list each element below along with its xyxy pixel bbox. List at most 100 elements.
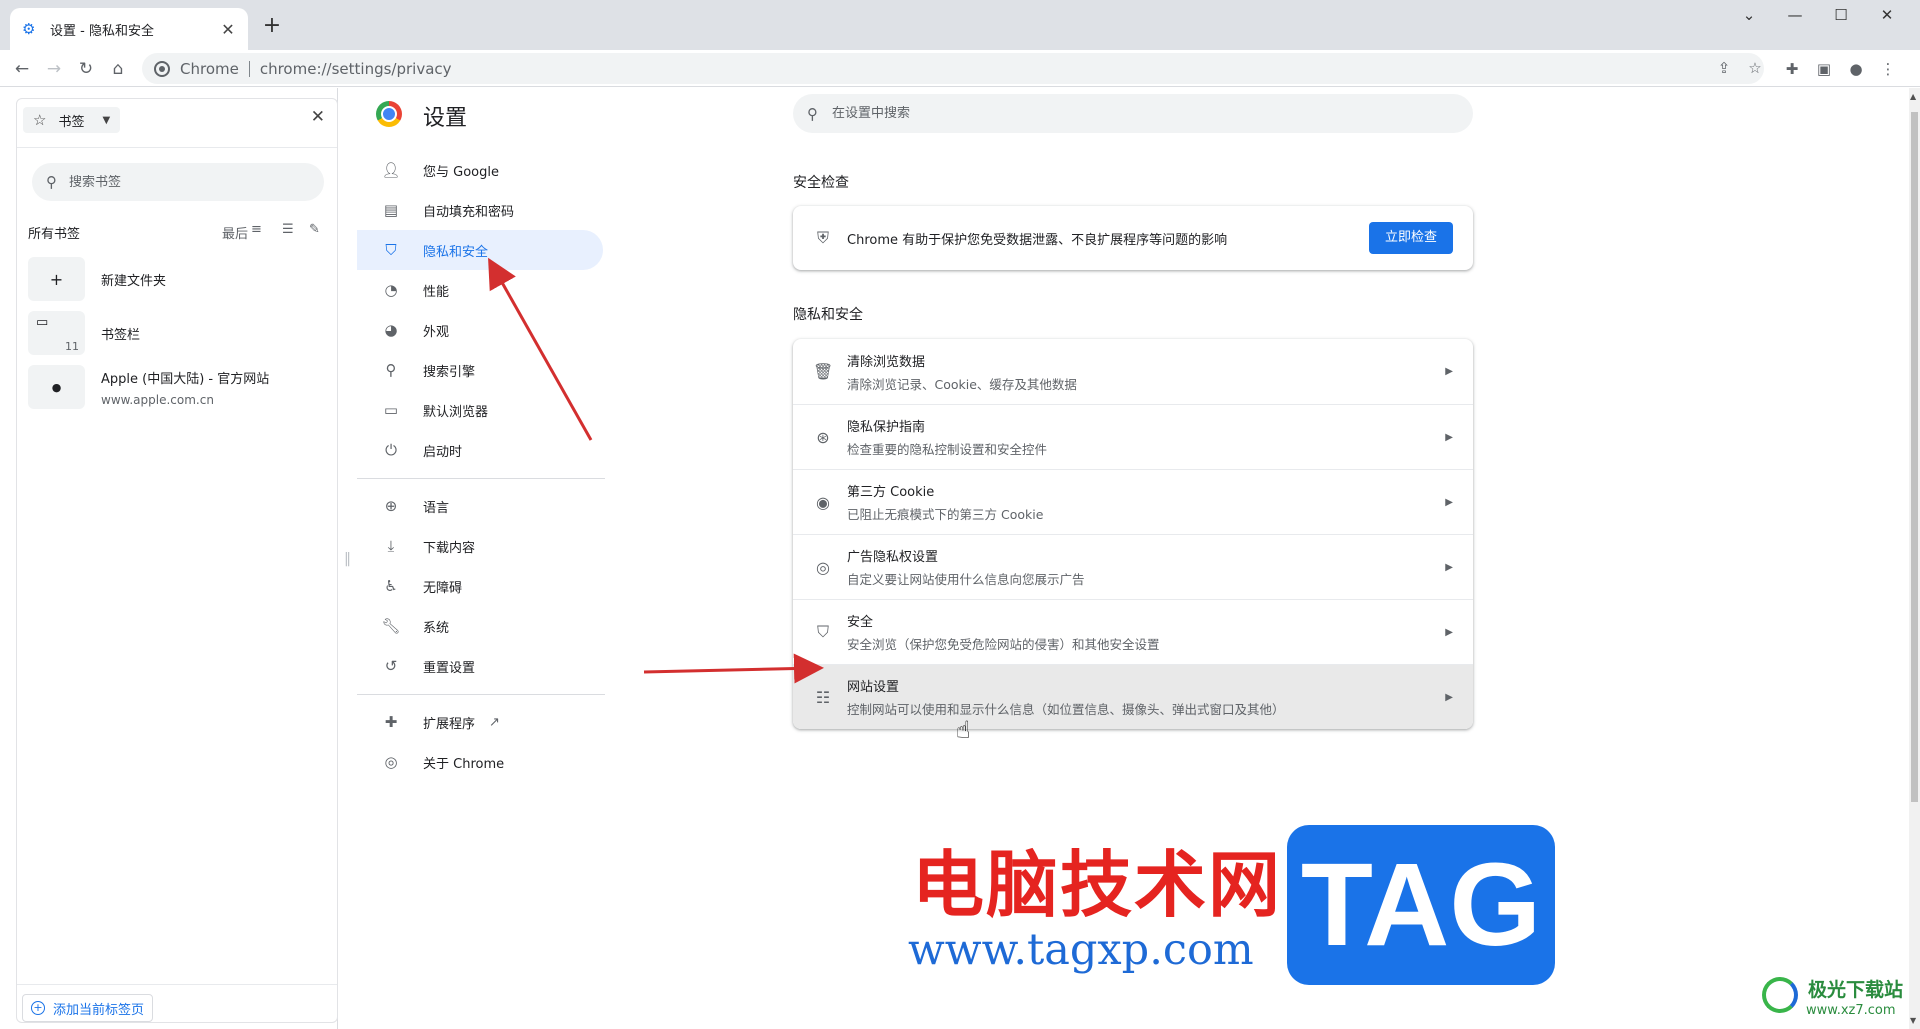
- check-now-button[interactable]: 立即检查: [1369, 222, 1453, 254]
- row-ad-privacy[interactable]: ◎ 广告隐私权设置 自定义要让网站使用什么信息向您展示广告 ▶: [793, 534, 1473, 599]
- row-site-settings[interactable]: ☷ 网站设置 控制网站可以使用和显示什么信息（如位置信息、摄像头、弹出式窗口及其…: [793, 664, 1473, 729]
- nav-item-reset[interactable]: ↺ 重置设置: [357, 646, 603, 686]
- bookmark-title: Apple (中国大陆) - 官方网站: [101, 371, 270, 387]
- bookmark-item-new-folder[interactable]: + 新建文件夹: [28, 257, 328, 301]
- nav-label: 隐私和安全: [423, 244, 489, 260]
- page-scrollbar[interactable]: ▲ ▼: [1909, 88, 1920, 1029]
- nav-item-performance[interactable]: ◔ 性能: [357, 270, 603, 310]
- tab-close-icon[interactable]: ✕: [220, 20, 236, 39]
- sort-filter-icon[interactable]: ≡: [251, 222, 262, 237]
- row-clear-browsing-data[interactable]: 🗑︎ 清除浏览数据 清除浏览记录、Cookie、缓存及其他数据 ▶: [793, 339, 1473, 404]
- nav-item-downloads[interactable]: ⤓ 下载内容: [357, 526, 603, 566]
- bookmark-title: 书签栏: [101, 327, 141, 343]
- search-icon: ⚲: [46, 173, 57, 191]
- settings-search-input[interactable]: [832, 106, 1432, 121]
- sort-button[interactable]: 最后: [222, 223, 248, 242]
- add-current-tab-button[interactable]: + 添加当前标签页: [22, 994, 154, 1022]
- nav-item-about-chrome[interactable]: ◎ 关于 Chrome: [357, 742, 603, 782]
- toolbar: ← → ↻ ⌂ Chrome chrome://settings/privacy…: [0, 50, 1920, 87]
- row-privacy-guide[interactable]: ⊛ 隐私保护指南 检查重要的隐私控制设置和安全控件 ▶: [793, 404, 1473, 469]
- bookmark-title: 新建文件夹: [101, 273, 167, 289]
- settings-search[interactable]: ⚲: [793, 94, 1473, 133]
- page-title: 设置: [423, 106, 468, 131]
- watermark-tag-logo: TAG: [1287, 825, 1555, 985]
- row-title: 安全: [847, 615, 874, 630]
- nav-label: 默认浏览器: [423, 404, 489, 420]
- omnibox[interactable]: Chrome chrome://settings/privacy ⇪ ☆: [142, 53, 1764, 84]
- wrench-icon: 🔧︎: [381, 617, 401, 635]
- divider: [17, 147, 337, 148]
- speedometer-icon: ◔: [384, 281, 398, 299]
- url-text[interactable]: chrome://settings/privacy: [260, 60, 452, 78]
- panel-resize-handle[interactable]: ‖: [344, 551, 351, 567]
- nav-item-languages[interactable]: ⊕ 语言: [357, 486, 603, 526]
- nav-item-on-startup[interactable]: ⏻ 启动时: [357, 430, 603, 470]
- shield-icon: ⛉: [816, 622, 829, 641]
- watermark-brand-url: www.xz7.com: [1806, 1003, 1896, 1018]
- bookmark-item-bookmarks-bar[interactable]: ▭ 11 书签栏: [28, 311, 328, 355]
- nav-divider: [357, 478, 605, 479]
- settings-gear-icon: ⚙: [22, 20, 36, 38]
- bookmark-url: www.apple.com.cn: [101, 392, 214, 407]
- panel-close-icon[interactable]: ✕: [311, 107, 325, 127]
- bookmark-search[interactable]: ⚲: [32, 163, 324, 201]
- safety-check-card: ⛨ Chrome 有助于保护您免受数据泄露、不良扩展程序等问题的影响 立即检查: [793, 206, 1473, 270]
- row-title: 网站设置: [847, 680, 900, 695]
- ad-privacy-icon: ◎: [816, 557, 830, 577]
- reload-button[interactable]: ↻: [73, 56, 99, 82]
- maximize-button[interactable]: ☐: [1818, 4, 1864, 26]
- side-panel-icon[interactable]: ▣: [1811, 56, 1837, 82]
- chrome-site-icon: [154, 60, 170, 77]
- nav-item-autofill[interactable]: ▤ 自动填充和密码: [357, 190, 603, 230]
- nav-item-appearance[interactable]: ◕ 外观: [357, 310, 603, 350]
- star-icon: ☆: [33, 111, 47, 129]
- active-tab[interactable]: ⚙ 设置 - 隐私和安全 ✕: [10, 8, 248, 50]
- bookmark-item-apple[interactable]: ● Apple (中国大陆) - 官方网站 www.apple.com.cn: [28, 365, 328, 409]
- nav-label: 自动填充和密码: [423, 204, 515, 220]
- chevron-right-icon: ▶: [1445, 561, 1453, 573]
- bookmark-star-icon[interactable]: ☆: [1742, 55, 1768, 81]
- row-subtitle: 安全浏览（保护您免受危险网站的侵害）和其他安全设置: [847, 637, 1160, 652]
- scroll-down-arrow-icon[interactable]: ▼: [1910, 1016, 1916, 1025]
- home-button[interactable]: ⌂: [105, 56, 131, 82]
- chrome-logo-icon: [376, 101, 402, 127]
- add-circle-icon: +: [31, 1001, 45, 1015]
- scroll-up-arrow-icon[interactable]: ▲: [1910, 92, 1916, 101]
- row-third-party-cookies[interactable]: ◉ 第三方 Cookie 已阻止无痕模式下的第三方 Cookie ▶: [793, 469, 1473, 534]
- extensions-puzzle-icon[interactable]: ✚: [1779, 56, 1805, 82]
- nav-label: 外观: [423, 324, 450, 340]
- edit-pencil-icon[interactable]: ✎: [309, 222, 320, 237]
- menu-kebab-icon[interactable]: ⋮: [1875, 56, 1901, 82]
- sliders-icon: ☷: [815, 687, 831, 707]
- profile-avatar-icon[interactable]: ●: [1843, 56, 1869, 82]
- back-button[interactable]: ←: [9, 56, 35, 82]
- nav-item-search-engine[interactable]: ⚲ 搜索引擎: [357, 350, 603, 390]
- nav-item-extensions[interactable]: ✚ 扩展程序 ↗: [357, 702, 603, 742]
- section-title-safety-check: 安全检查: [793, 175, 849, 191]
- row-title: 隐私保护指南: [847, 420, 926, 435]
- forward-button[interactable]: →: [41, 56, 67, 82]
- annotation-arrow-site-settings: [643, 653, 824, 684]
- nav-item-system[interactable]: 🔧︎ 系统: [357, 606, 603, 646]
- bookmark-count: 11: [65, 340, 79, 353]
- panel-selector[interactable]: ☆ 书签 ▼: [23, 107, 121, 133]
- nav-item-you-and-google[interactable]: 👤︎ 您与 Google: [357, 150, 603, 190]
- nav-label: 性能: [423, 284, 450, 300]
- new-tab-button[interactable]: +: [260, 14, 284, 38]
- tab-search-chevron-icon[interactable]: ⌄: [1726, 4, 1772, 26]
- nav-item-default-browser[interactable]: ▭ 默认浏览器: [357, 390, 603, 430]
- nav-item-privacy[interactable]: ⛉ 隐私和安全: [357, 230, 603, 270]
- scrollbar-thumb[interactable]: [1911, 112, 1918, 802]
- close-window-button[interactable]: ✕: [1864, 4, 1910, 26]
- nav-item-accessibility[interactable]: ♿︎ 无障碍: [357, 566, 603, 606]
- bookmark-search-input[interactable]: [69, 174, 299, 190]
- minimize-button[interactable]: —: [1772, 4, 1818, 26]
- clipboard-icon: ▤: [383, 201, 399, 219]
- row-security[interactable]: ⛉ 安全 安全浏览（保护您免受危险网站的侵害）和其他安全设置 ▶: [793, 599, 1473, 664]
- list-view-icon[interactable]: ☰: [282, 222, 294, 237]
- share-icon[interactable]: ⇪: [1711, 55, 1737, 81]
- trash-icon: 🗑︎: [813, 362, 834, 381]
- person-icon: 👤︎: [381, 161, 401, 179]
- nav-label: 关于 Chrome: [423, 756, 505, 772]
- nav-label: 扩展程序: [423, 716, 476, 732]
